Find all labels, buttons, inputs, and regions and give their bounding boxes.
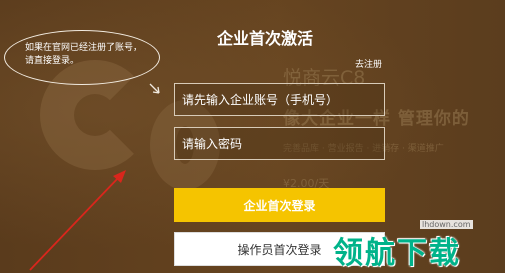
watermark-logo: 领航下载 xyxy=(333,236,461,271)
bubble-pointer-icon xyxy=(149,83,160,94)
account-input[interactable] xyxy=(174,83,385,116)
hint-bubble: 如果在官网已经注册了账号， 请直接登录。 xyxy=(4,30,160,85)
activate-login-button[interactable]: 企业首次登录 xyxy=(174,188,385,222)
register-link[interactable]: 去注册 xyxy=(355,57,382,70)
hint-line-1: 如果在官网已经注册了账号， xyxy=(25,43,143,53)
hint-line-2: 请直接登录。 xyxy=(25,56,80,66)
page-title: 企业首次激活 xyxy=(216,29,313,48)
password-input[interactable] xyxy=(174,127,385,160)
